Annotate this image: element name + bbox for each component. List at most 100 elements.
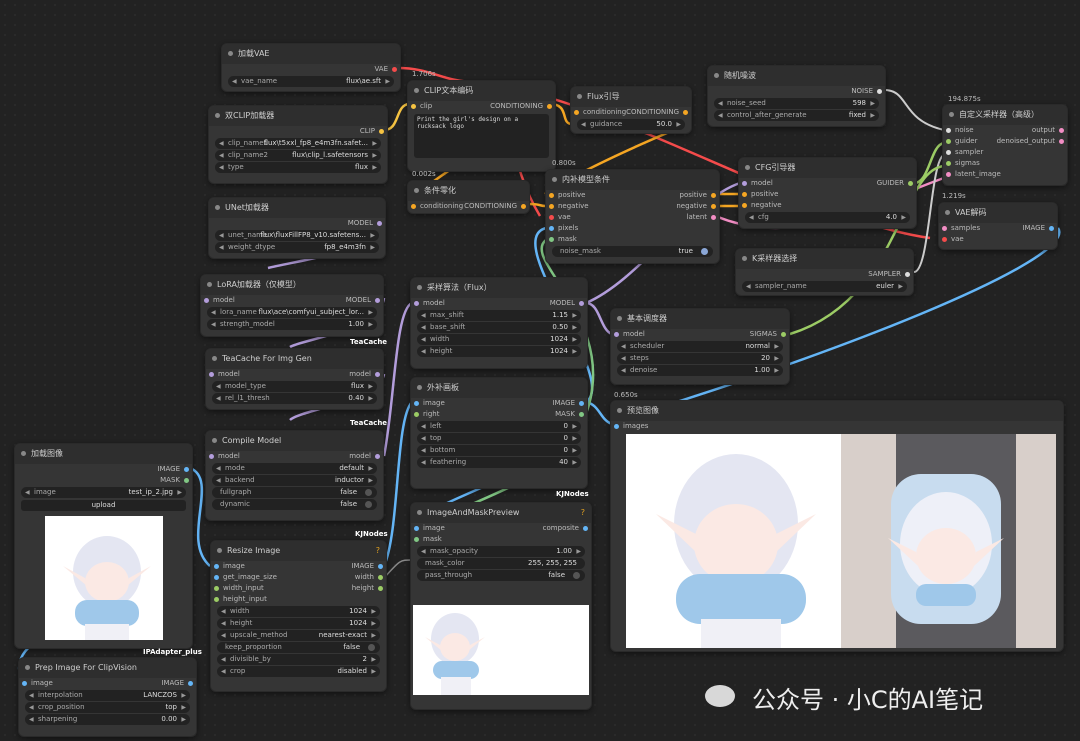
left-arrow-icon[interactable]: ◀ <box>421 433 426 444</box>
latent-output-socket[interactable] <box>1059 139 1064 144</box>
mode-widget[interactable]: ◀ mode default ▶ <box>212 463 377 474</box>
composite-output-socket[interactable] <box>583 526 588 531</box>
node-image-and-mask-preview[interactable]: ImageAndMaskPreview? image composite mask… <box>410 502 592 710</box>
backend-widget[interactable]: ◀ backend inductor ▶ <box>212 475 377 486</box>
height-widget[interactable]: ◀ height 1024 ▶ <box>417 346 581 357</box>
right-arrow-icon[interactable]: ▶ <box>371 630 376 641</box>
left-arrow-icon[interactable]: ◀ <box>232 76 237 87</box>
left-arrow-icon[interactable]: ◀ <box>221 654 226 665</box>
image-output-socket[interactable] <box>579 401 584 406</box>
left-arrow-icon[interactable]: ◀ <box>421 322 426 333</box>
image-input-socket[interactable] <box>22 681 27 686</box>
model-input-socket[interactable] <box>742 181 747 186</box>
vae-name-widget[interactable]: ◀ vae_name flux\ae.sft ▶ <box>228 76 394 87</box>
vae-input-socket[interactable] <box>942 237 947 242</box>
left-arrow-icon[interactable]: ◀ <box>421 346 426 357</box>
dynamic-toggle[interactable]: dynamic false <box>212 499 377 510</box>
negative-output-socket[interactable] <box>711 204 716 209</box>
node-preview-image[interactable]: 预览图像 images <box>610 400 1064 652</box>
feathering-widget[interactable]: ◀ feathering 40 ▶ <box>417 457 581 468</box>
left-arrow-icon[interactable]: ◀ <box>746 281 751 292</box>
base-shift-widget[interactable]: ◀ base_shift 0.50 ▶ <box>417 322 581 333</box>
guider-output-socket[interactable] <box>908 181 913 186</box>
right-arrow-icon[interactable]: ▶ <box>371 654 376 665</box>
latent-output-socket[interactable] <box>711 215 716 220</box>
pass-through-toggle[interactable]: pass_through false <box>417 570 585 581</box>
left-arrow-icon[interactable]: ◀ <box>621 341 626 352</box>
left-arrow-icon[interactable]: ◀ <box>421 546 426 557</box>
prompt-textarea[interactable]: Print the girl's design on a rucksack lo… <box>414 114 549 158</box>
left-arrow-icon[interactable]: ◀ <box>749 212 754 223</box>
int-input-socket[interactable] <box>214 586 219 591</box>
model-output-socket[interactable] <box>377 221 382 226</box>
sampler-name-widget[interactable]: ◀ sampler_name euler ▶ <box>742 281 907 292</box>
clip-name2-widget[interactable]: ◀ clip_name2 flux\clip_l.safetensors ▶ <box>215 150 381 161</box>
model-input-socket[interactable] <box>209 454 214 459</box>
latent-input-socket[interactable] <box>946 172 951 177</box>
node-inpaint-model-conditioning[interactable]: 内补模型条件 positive positive negative negative… <box>545 169 720 264</box>
cfg-widget[interactable]: ◀ cfg 4.0 ▶ <box>745 212 910 223</box>
mask-opacity-widget[interactable]: ◀ mask_opacity 1.00 ▶ <box>417 546 585 557</box>
right-arrow-icon[interactable]: ▶ <box>572 310 577 321</box>
model-input-socket[interactable] <box>614 332 619 337</box>
width-widget[interactable]: ◀ width 1024 ▶ <box>417 334 581 345</box>
node-vae-decode[interactable]: VAE解码 samples IMAGE vae <box>938 202 1058 250</box>
node-random-noise[interactable]: 随机噪波 NOISE ◀ noise_seed 598 ▶ ◀ control_afte… <box>707 65 886 127</box>
guidance-widget[interactable]: ◀ guidance 50.0 ▶ <box>577 119 685 130</box>
node-flux-guidance[interactable]: Flux引导 conditioning CONDITIONING ◀ guidanc… <box>570 86 692 134</box>
unet-name-widget[interactable]: ◀ unet_name flux\fluxFillFP8_v10.safetens.… <box>215 230 379 241</box>
conditioning-input-socket[interactable] <box>574 110 579 115</box>
image-select-widget[interactable]: ◀ image test_ip_2.jpg ▶ <box>21 487 186 498</box>
right-arrow-icon[interactable]: ▶ <box>368 475 373 486</box>
sharpening-widget[interactable]: ◀ sharpening 0.00 ▶ <box>25 714 190 725</box>
right-arrow-icon[interactable]: ▶ <box>371 666 376 677</box>
pixels-input-socket[interactable] <box>549 226 554 231</box>
right-arrow-icon[interactable]: ▶ <box>572 421 577 432</box>
conditioning-input-socket[interactable] <box>411 204 416 209</box>
right-arrow-icon[interactable]: ▶ <box>368 393 373 404</box>
sampler-input-socket[interactable] <box>946 150 951 155</box>
noise-input-socket[interactable] <box>946 128 951 133</box>
right-input-socket[interactable] <box>414 412 419 417</box>
mask-input-socket[interactable] <box>549 237 554 242</box>
image-input-socket[interactable] <box>414 401 419 406</box>
right-arrow-icon[interactable]: ▶ <box>368 319 373 330</box>
right-arrow-icon[interactable]: ▶ <box>368 381 373 392</box>
strength-widget[interactable]: ◀ strength_model 1.00 ▶ <box>207 319 377 330</box>
right-arrow-icon[interactable]: ▶ <box>572 445 577 456</box>
model-output-socket[interactable] <box>375 298 380 303</box>
lora-name-widget[interactable]: ◀ lora_name flux\ace\comfyui_subject_lor..… <box>207 307 377 318</box>
right-arrow-icon[interactable]: ▶ <box>774 353 779 364</box>
right-arrow-icon[interactable]: ▶ <box>370 230 375 241</box>
image-input-socket[interactable] <box>414 526 419 531</box>
right-arrow-icon[interactable]: ▶ <box>901 212 906 223</box>
left-arrow-icon[interactable]: ◀ <box>621 365 626 376</box>
left-arrow-icon[interactable]: ◀ <box>421 421 426 432</box>
keep-proportion-toggle[interactable]: keep_proportion false <box>217 642 380 653</box>
right-arrow-icon[interactable]: ▶ <box>385 76 390 87</box>
noise-output-socket[interactable] <box>877 89 882 94</box>
node-dual-clip-loader[interactable]: 双CLIP加载器 CLIP ◀ clip_name1 flux\t5xxl_fp8_… <box>208 105 388 184</box>
right-arrow-icon[interactable]: ▶ <box>372 162 377 173</box>
upscale-method-widget[interactable]: ◀ upscale_method nearest-exact ▶ <box>217 630 380 641</box>
noise-seed-widget[interactable]: ◀ noise_seed 598 ▶ <box>714 98 879 109</box>
denoise-widget[interactable]: ◀ denoise 1.00 ▶ <box>617 365 783 376</box>
node-conditioning-zero-out[interactable]: 条件零化 conditioning CONDITIONING <box>407 180 530 214</box>
width-widget[interactable]: ◀ width 1024 ▶ <box>217 606 380 617</box>
clip-name1-widget[interactable]: ◀ clip_name1 flux\t5xxl_fp8_e4m3fn.safet..… <box>215 138 381 149</box>
positive-output-socket[interactable] <box>711 193 716 198</box>
node-cfg-guider[interactable]: CFG引导器 model GUIDER positive negative ◀ cf… <box>738 157 917 229</box>
image-output-socket[interactable] <box>378 564 383 569</box>
right-arrow-icon[interactable]: ▶ <box>898 281 903 292</box>
right-arrow-icon[interactable]: ▶ <box>370 242 375 253</box>
conditioning-output-socket[interactable] <box>547 104 552 109</box>
node-sampler-custom-advanced[interactable]: 自定义采样器（高级） noise output guider denoised_ou… <box>942 104 1068 186</box>
int-output-socket[interactable] <box>378 575 383 580</box>
negative-input-socket[interactable] <box>742 203 747 208</box>
height-widget[interactable]: ◀ height 1024 ▶ <box>217 618 380 629</box>
right-arrow-icon[interactable]: ▶ <box>870 98 875 109</box>
left-arrow-icon[interactable]: ◀ <box>718 110 723 121</box>
node-prep-image-clipvision[interactable]: Prep Image For ClipVision image IMAGE ◀ in… <box>18 657 197 737</box>
left-arrow-icon[interactable]: ◀ <box>219 162 224 173</box>
node-ksampler-select[interactable]: K采样器选择 SAMPLER ◀ sampler_name euler ▶ <box>735 248 914 296</box>
